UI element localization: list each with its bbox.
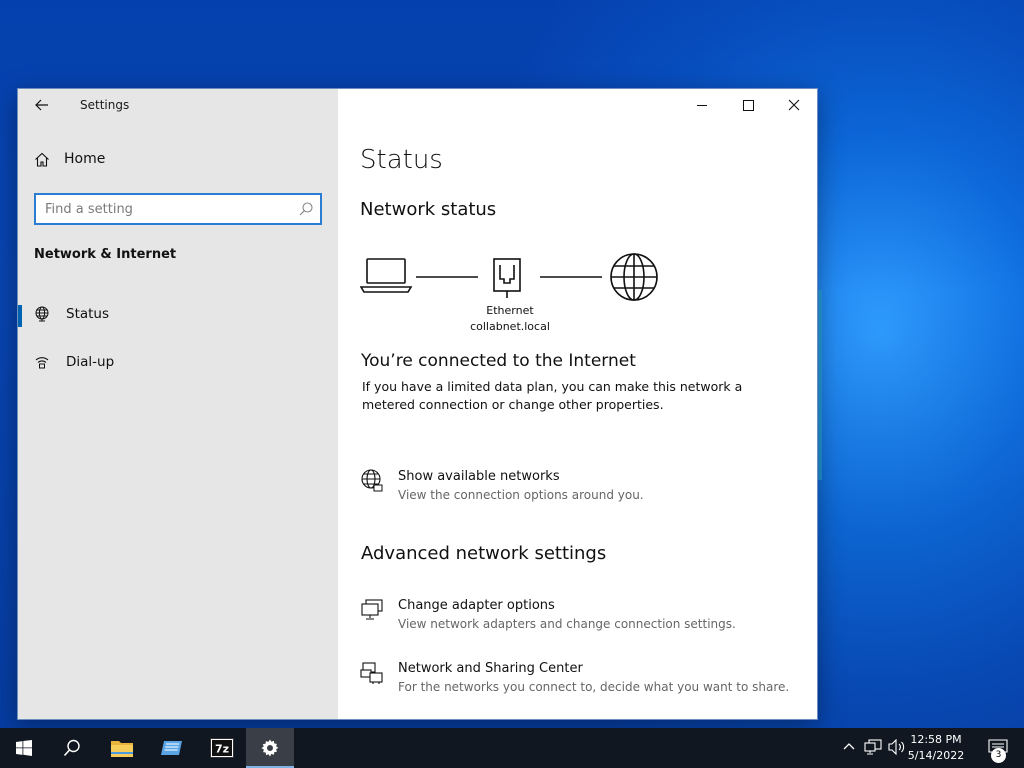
svg-text:7z: 7z [215, 743, 229, 756]
close-button[interactable] [771, 89, 817, 121]
link-title: Change adapter options [398, 598, 555, 613]
adapter-domain: collabnet.local [470, 320, 550, 333]
adapter-monitor-icon [361, 599, 383, 620]
7zip-icon: 7z [210, 738, 234, 758]
server-manager-button[interactable] [148, 728, 196, 768]
window-title: Settings [80, 98, 130, 112]
minimize-icon [696, 104, 707, 106]
sharing-center-icon [360, 662, 383, 684]
link-title: Show available networks [398, 469, 560, 484]
home-label: Home [64, 151, 106, 167]
link-description: View network adapters and change connect… [398, 617, 736, 631]
background-window-edge [818, 290, 822, 480]
search-taskbar-button[interactable] [48, 728, 96, 768]
maximize-icon [742, 99, 754, 111]
connected-heading: You’re connected to the Internet [361, 351, 636, 371]
clock[interactable]: 12:58 PM 5/14/2022 [906, 732, 966, 764]
system-tray: 12:58 PM 5/14/2022 3 [824, 728, 1024, 768]
sidebar: Settings Home Network & Internet Status … [18, 89, 338, 719]
maximize-button[interactable] [725, 89, 771, 121]
advanced-settings-heading: Advanced network settings [361, 543, 607, 564]
clock-date: 5/14/2022 [907, 749, 965, 762]
internet-globe-icon [610, 253, 658, 301]
back-button[interactable] [32, 95, 52, 115]
laptop-icon [360, 258, 413, 293]
folder-icon [111, 741, 133, 757]
volume-icon[interactable] [888, 739, 906, 755]
file-explorer-button[interactable] [98, 728, 146, 768]
close-icon [788, 99, 800, 111]
search-icon [63, 739, 80, 757]
search-input[interactable] [45, 201, 295, 217]
page-title: Status [360, 145, 443, 175]
settings-window: Settings Home Network & Internet Status … [17, 88, 818, 720]
link-description: For the networks you connect to, decide … [398, 680, 790, 694]
back-arrow-icon [35, 99, 48, 111]
gear-icon [261, 739, 279, 757]
server-manager-icon [161, 741, 182, 755]
clock-time: 12:58 PM [910, 733, 962, 746]
search-icon [299, 202, 313, 216]
connected-description: If you have a limited data plan, you can… [362, 379, 743, 412]
sidebar-item-dialup[interactable]: Dial-up [18, 342, 338, 382]
adapter-label: Ethernet collabnet.local [460, 303, 560, 335]
show-available-networks-link[interactable]: Show available networks View the connect… [360, 469, 644, 502]
windows-logo-icon [16, 740, 32, 756]
sidebar-item-label: Status [66, 306, 110, 322]
main-content: Status Network status Ethernet collabnet [338, 89, 817, 719]
link-title: Network and Sharing Center [398, 661, 583, 676]
change-adapter-options-link[interactable]: Change adapter options View network adap… [360, 598, 736, 631]
network-status-heading: Network status [360, 199, 497, 220]
globe-status-icon [35, 306, 49, 322]
globe-network-icon [361, 469, 383, 492]
network-icon[interactable] [864, 739, 882, 755]
ethernet-icon [493, 258, 521, 298]
dialup-icon [35, 357, 49, 369]
sidebar-item-label: Dial-up [66, 354, 115, 370]
settings-taskbar-button[interactable] [246, 728, 294, 768]
7zip-button[interactable]: 7z [198, 728, 246, 768]
search-box[interactable] [34, 193, 322, 225]
start-button[interactable] [0, 728, 48, 768]
minimize-button[interactable] [679, 89, 725, 121]
section-label: Network & Internet [34, 247, 177, 262]
network-sharing-center-link[interactable]: Network and Sharing Center For the netwo… [360, 661, 789, 694]
notification-badge: 3 [991, 748, 1006, 763]
chevron-up-icon[interactable] [842, 739, 856, 753]
adapter-name: Ethernet [486, 304, 534, 317]
home-icon [35, 152, 49, 167]
taskbar: 7z 12:58 PM 5/14/2022 3 [0, 728, 1024, 768]
link-description: View the connection options around you. [398, 488, 644, 502]
network-diagram [360, 253, 658, 301]
sidebar-item-status[interactable]: Status [18, 294, 338, 334]
home-link[interactable]: Home [34, 151, 105, 167]
